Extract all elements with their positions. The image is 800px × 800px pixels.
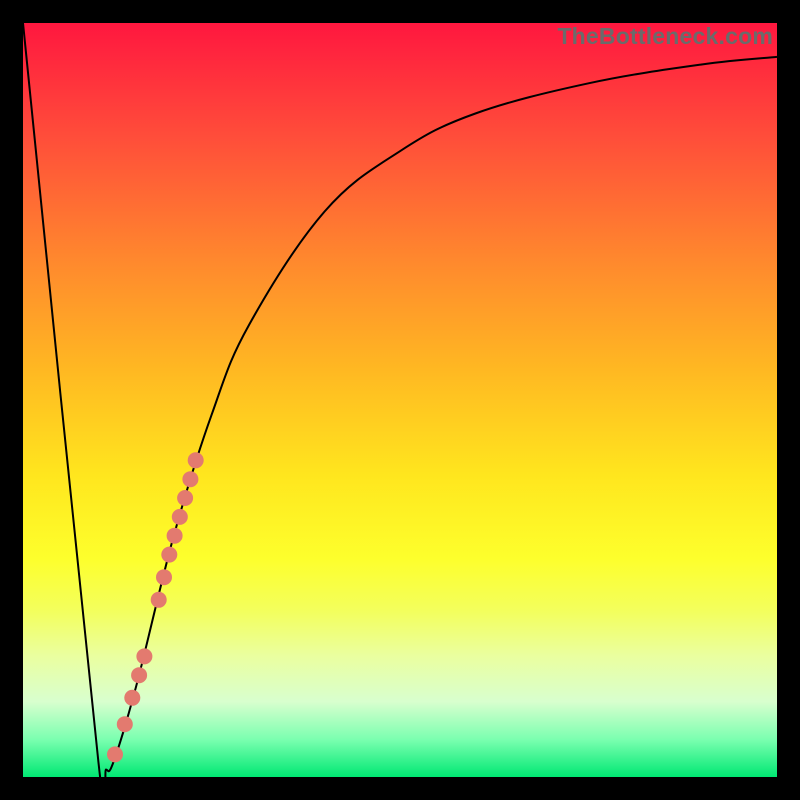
- data-marker: [151, 592, 167, 608]
- data-marker: [136, 648, 152, 664]
- data-marker: [117, 716, 133, 732]
- data-marker: [156, 569, 172, 585]
- data-marker: [161, 547, 177, 563]
- data-marker: [107, 746, 123, 762]
- data-marker: [172, 509, 188, 525]
- data-marker: [177, 490, 193, 506]
- data-marker: [124, 690, 140, 706]
- data-marker: [188, 452, 204, 468]
- chart-frame: TheBottleneck.com: [0, 0, 800, 800]
- data-marker: [131, 667, 147, 683]
- bottleneck-curve: [23, 23, 777, 777]
- data-marker: [182, 471, 198, 487]
- plot-area: TheBottleneck.com: [23, 23, 777, 777]
- data-marker: [167, 528, 183, 544]
